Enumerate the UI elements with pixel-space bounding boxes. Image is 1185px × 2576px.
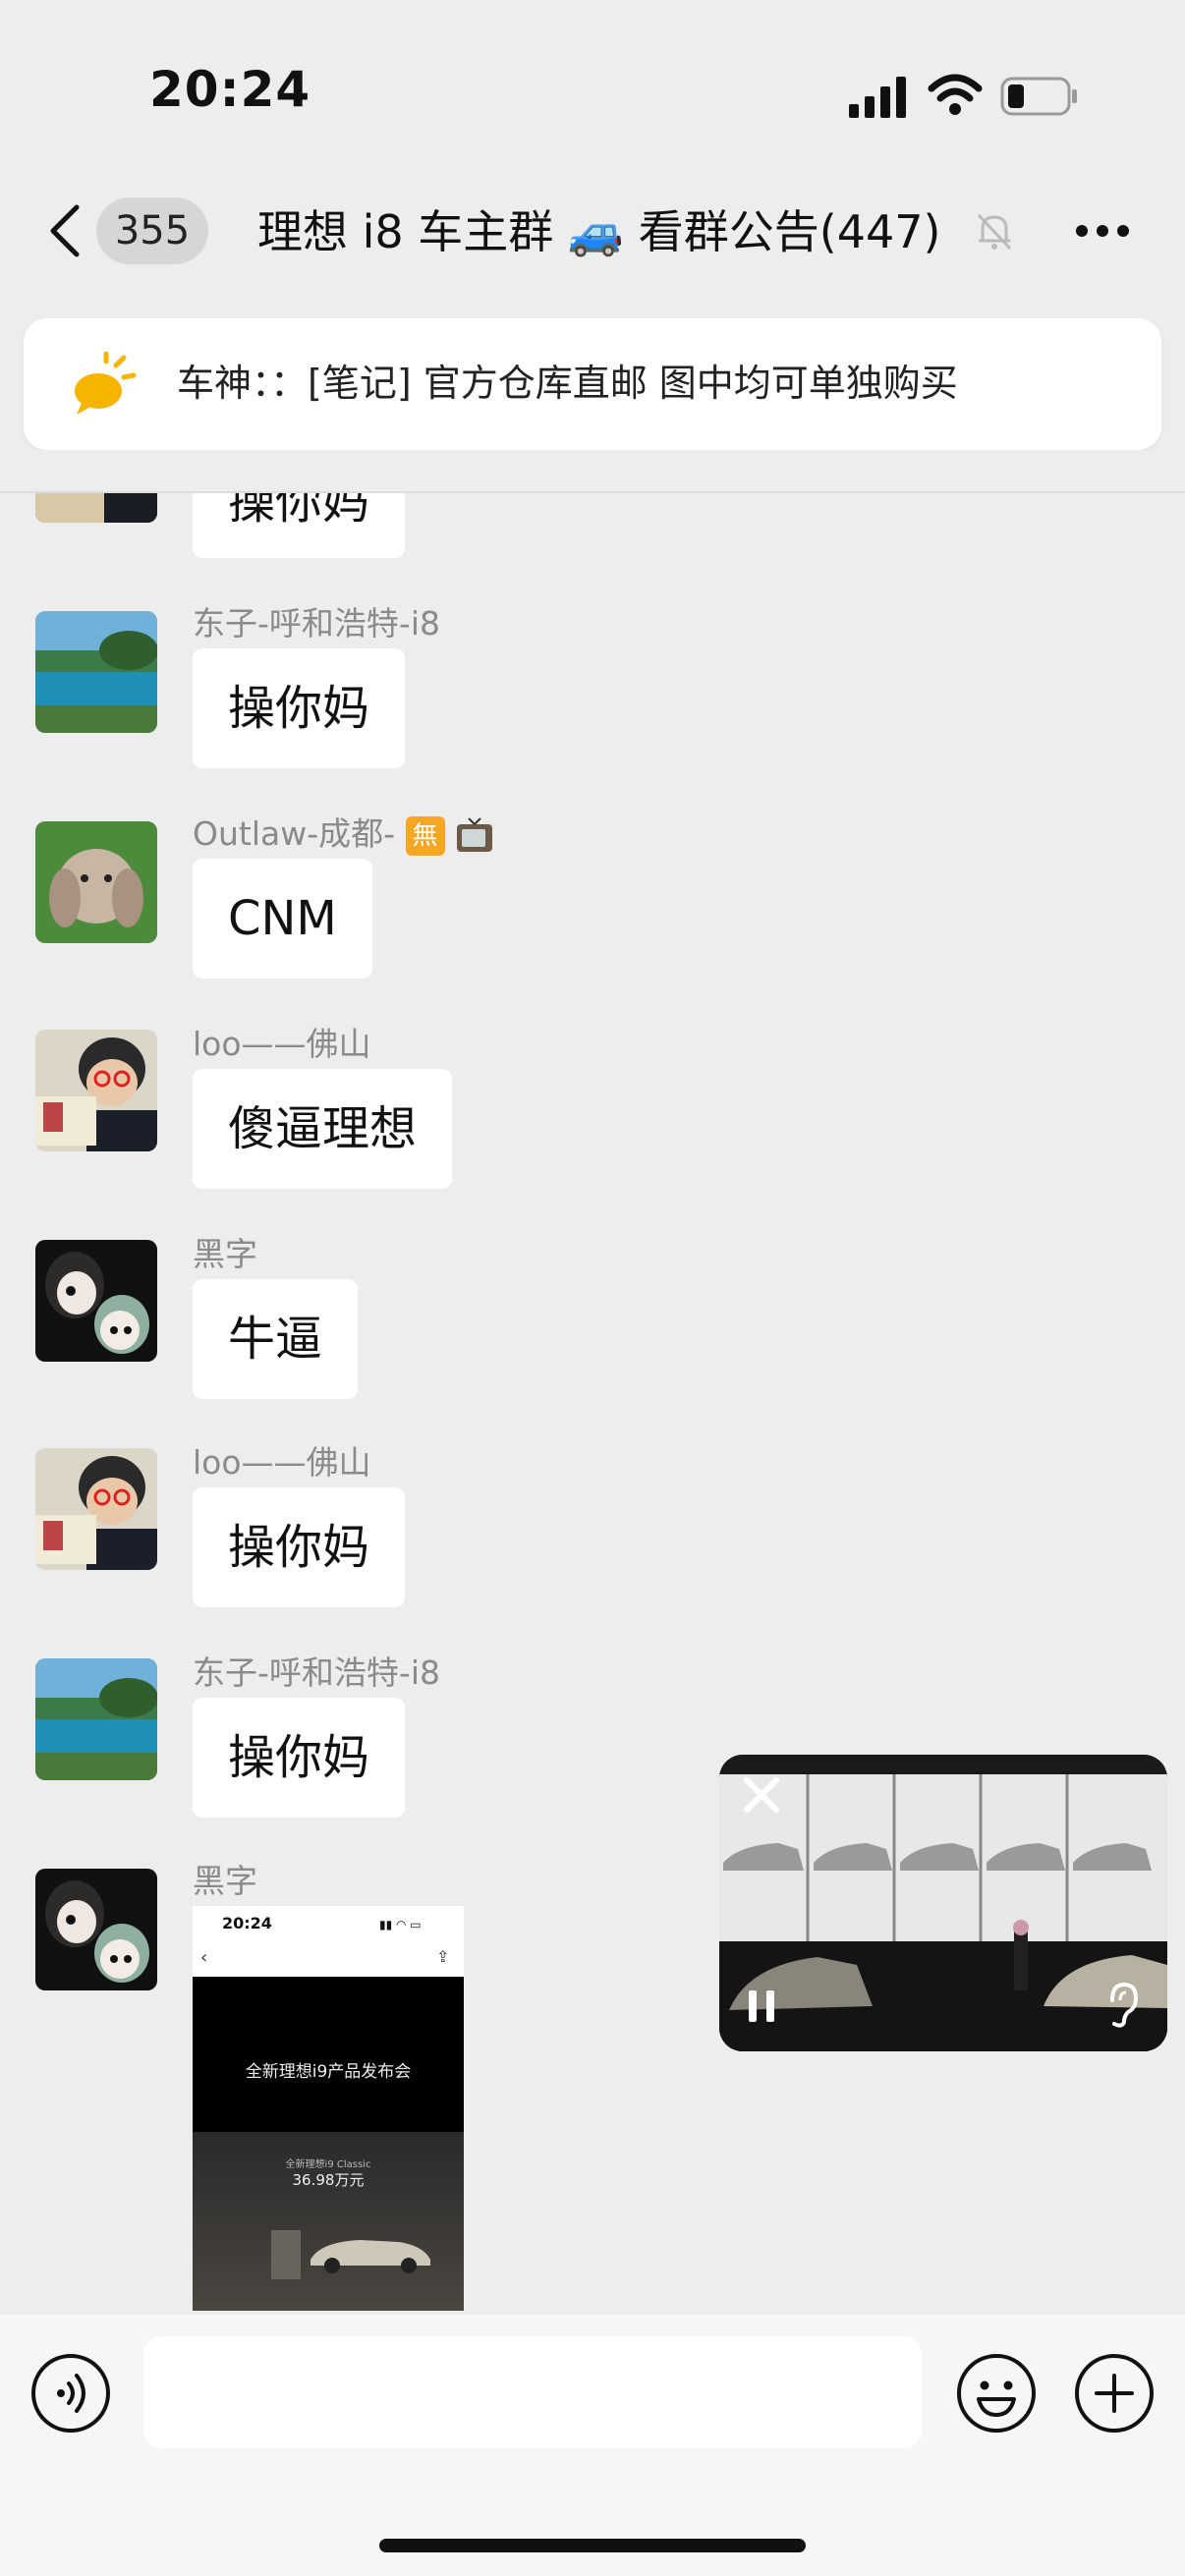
mute-bell-icon (977, 213, 1012, 251)
notice-text: 车神：：[笔记] 官方仓库直邮 图中均可单独购买 (177, 362, 958, 405)
shared-image-time: 20:24 (222, 1914, 272, 1932)
sender-name-text: Outlaw-成都- (193, 814, 396, 853)
status-bar: 20:24 (0, 0, 1185, 187)
close-icon[interactable] (737, 1770, 786, 1820)
shared-image-back-icon: ‹ (200, 1947, 208, 1968)
header-divider-line (0, 491, 1185, 493)
car-image (271, 2230, 430, 2279)
chat-title[interactable]: 理想 i8 车主群 🚙 看群公告(447) (257, 200, 1004, 263)
wifi-icon (928, 74, 983, 115)
shared-image-title: 全新理想i9产品发布会 (245, 2062, 412, 2082)
shared-image-share-icon: ⇪ (436, 1947, 450, 1966)
avatar-image (35, 821, 157, 943)
avatar[interactable] (35, 1448, 157, 1570)
message-bubble[interactable]: 操你妈 (193, 648, 406, 768)
avatar[interactable] (35, 1030, 157, 1151)
battery-icon (1000, 77, 1077, 116)
tv-icon (457, 816, 493, 852)
avatar-image (35, 611, 157, 733)
status-time: 20:24 (149, 61, 311, 118)
avatar-image (35, 1448, 157, 1570)
shared-image-message[interactable]: 20:24 ▮▮ ◠ ▭ ‹ ⇪ 全新理想i9产品发布会 全新理想i9 Clas… (193, 1906, 464, 2311)
floating-video-player[interactable] (719, 1755, 1167, 2051)
pause-icon[interactable] (745, 1987, 778, 2026)
sender-name: 黑字 (193, 1235, 257, 1273)
message-bubble[interactable]: 操你妈 (193, 1487, 406, 1607)
avatar[interactable] (35, 1869, 157, 1990)
sender-name: 黑字 (193, 1862, 257, 1900)
unread-count-badge[interactable]: 355 (96, 197, 208, 264)
shared-image-status-icons: ▮▮ ◠ ▭ (379, 1918, 422, 1932)
avatar-image (35, 1658, 157, 1780)
ear-icon[interactable] (1102, 1981, 1142, 2030)
avatar-image (35, 1030, 157, 1151)
emoji-icon[interactable] (955, 2352, 1038, 2435)
voice-icon[interactable] (29, 2352, 112, 2435)
message-bubble[interactable]: CNM (193, 859, 372, 979)
home-indicator (379, 2539, 806, 2552)
more-icon[interactable] (1075, 224, 1130, 238)
sender-name: 东子-呼和浩特-i8 (193, 604, 440, 643)
sender-name: Outlaw-成都- 無 (193, 808, 494, 856)
avatar[interactable] (35, 1658, 157, 1780)
message-input[interactable] (143, 2336, 922, 2448)
sender-name: loo——佛山 (193, 1443, 371, 1482)
video-frame (719, 1755, 1167, 2051)
shared-image-price: 36.98万元 (292, 2171, 365, 2189)
scroll-clip (0, 450, 1185, 491)
avatar[interactable] (35, 1240, 157, 1362)
message-bubble[interactable]: 傻逼理想 (193, 1069, 453, 1189)
sender-name: loo——佛山 (193, 1025, 371, 1063)
avatar-image (35, 1240, 157, 1362)
sender-name: 东子-呼和浩特-i8 (193, 1653, 440, 1692)
avatar[interactable] (35, 821, 157, 943)
avatar[interactable] (35, 611, 157, 733)
message-bubble[interactable]: 牛逼 (193, 1279, 359, 1399)
group-notice-bar[interactable]: 车神：：[笔记] 官方仓库直邮 图中均可单独购买 (24, 318, 1161, 450)
shared-image-caption: 全新理想i9 Classic (285, 2159, 371, 2170)
bulb-notice-icon (75, 352, 137, 415)
avatar-image (35, 1869, 157, 1990)
message-bubble[interactable]: 操你妈 (193, 1698, 406, 1818)
plus-icon[interactable] (1073, 2352, 1156, 2435)
back-icon[interactable] (45, 201, 85, 260)
signal-icon (849, 77, 906, 118)
badge-wu: 無 (405, 815, 445, 856)
